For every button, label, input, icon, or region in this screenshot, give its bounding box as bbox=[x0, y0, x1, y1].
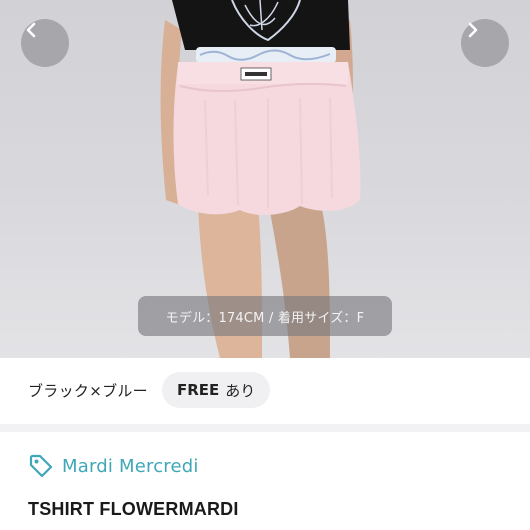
tag-icon bbox=[29, 454, 53, 478]
prev-image-button[interactable] bbox=[21, 19, 69, 67]
variant-row: ブラック×ブルー FREE あり bbox=[0, 366, 530, 414]
size-chip[interactable]: FREE あり bbox=[162, 372, 271, 408]
model-size-caption: モデル：174CM / 着用サイズ：F bbox=[138, 296, 392, 336]
product-photo[interactable]: モデル：174CM / 着用サイズ：F bbox=[0, 0, 530, 358]
brand-name: Mardi Mercredi bbox=[62, 455, 199, 477]
size-label: FREE bbox=[177, 381, 220, 399]
chevron-right-icon bbox=[468, 22, 478, 38]
next-image-button[interactable] bbox=[461, 19, 509, 67]
product-title: TSHIRT FLOWERMARDI bbox=[28, 499, 239, 519]
chevron-left-icon bbox=[26, 22, 36, 38]
stock-status: あり bbox=[225, 381, 256, 400]
color-option-label: ブラック×ブルー bbox=[28, 381, 148, 400]
brand-link[interactable]: Mardi Mercredi bbox=[28, 452, 199, 480]
section-divider bbox=[0, 424, 530, 432]
